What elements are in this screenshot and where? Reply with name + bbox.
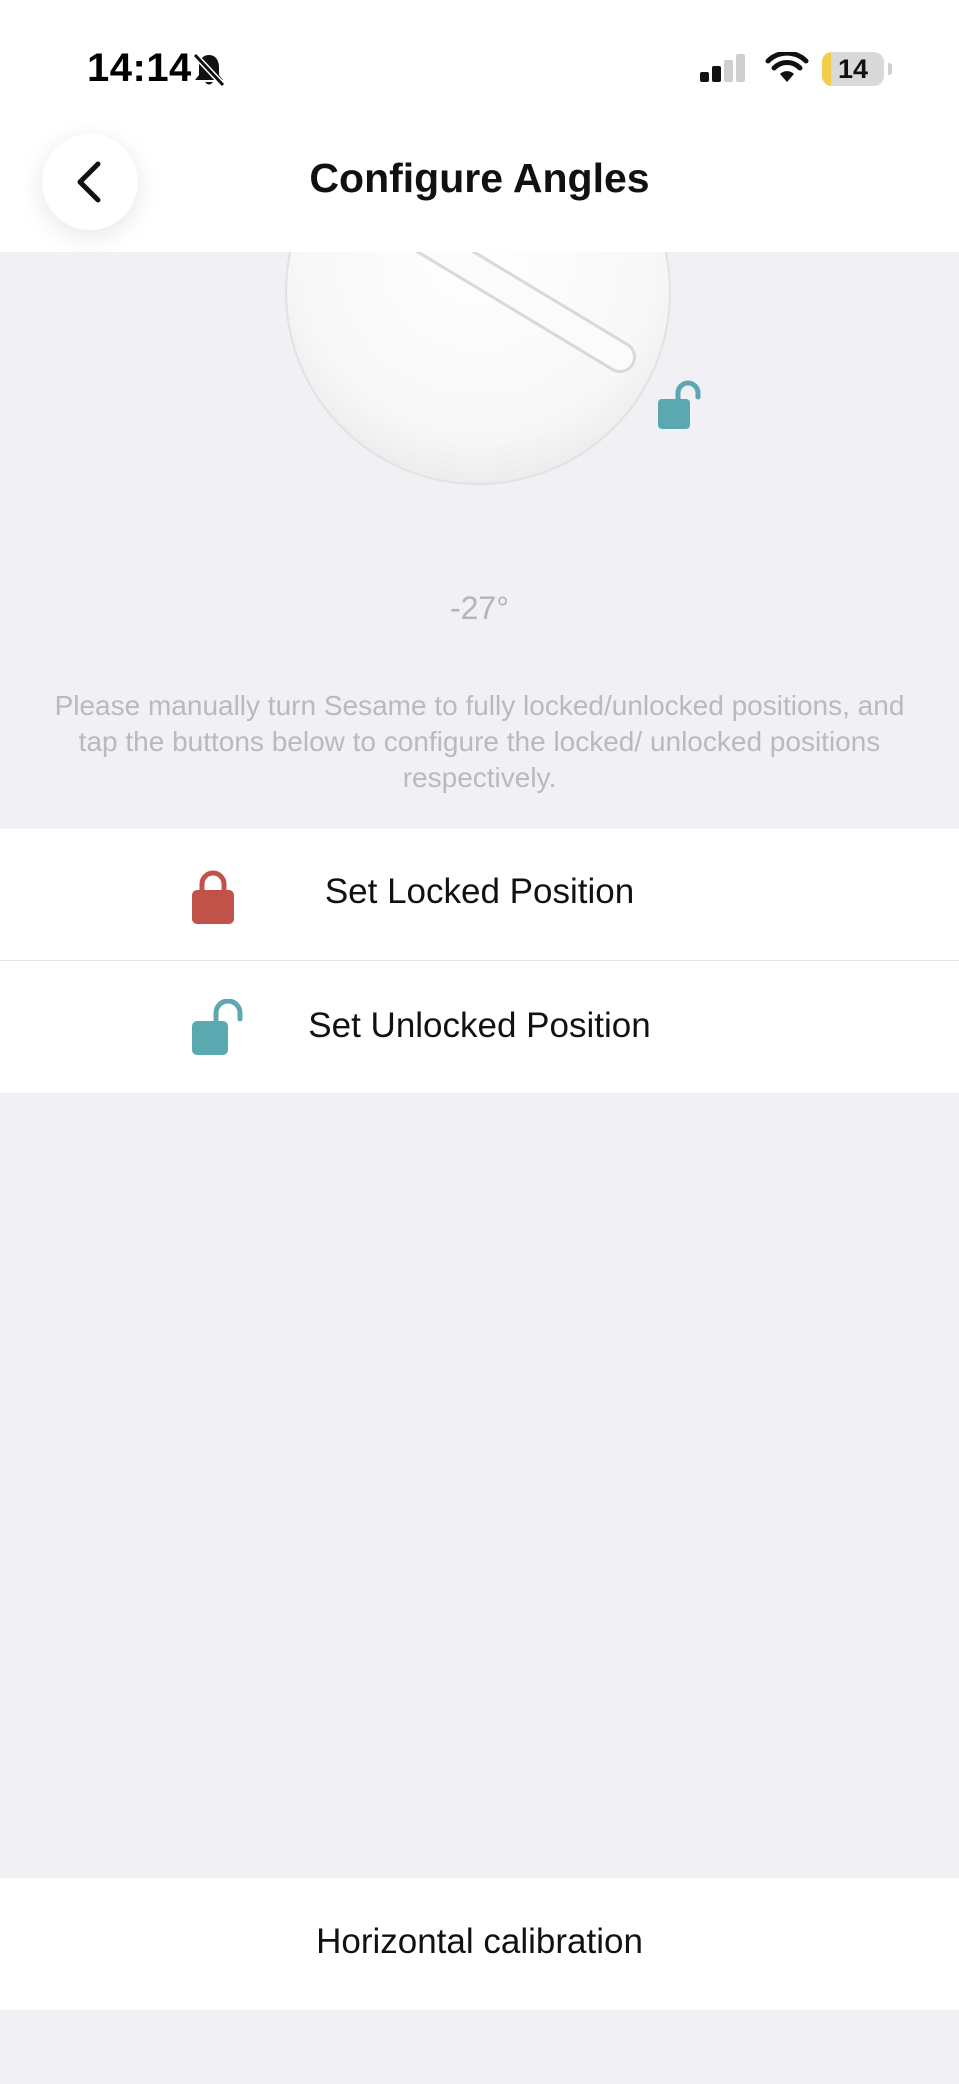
instructions-text: Please manually turn Sesame to fully loc… (54, 690, 905, 793)
back-button[interactable] (42, 134, 138, 230)
horizontal-calibration-button[interactable]: Horizontal calibration (0, 1878, 959, 2010)
battery-icon: 14 (822, 52, 892, 86)
set-unlocked-position-button[interactable]: Set Unlocked Position (0, 961, 959, 1093)
wifi-icon (765, 52, 809, 82)
set-unlocked-position-label: Set Unlocked Position (308, 1006, 651, 1045)
battery-nub (888, 63, 892, 75)
status-bar: 14:14 14 (0, 0, 959, 135)
status-time: 14:14 (87, 46, 192, 90)
unlocked-padlock-icon (658, 380, 701, 429)
set-locked-position-button[interactable]: Set Locked Position (0, 829, 959, 961)
cellular-signal-icon (700, 54, 745, 82)
horizontal-calibration-label: Horizontal calibration (316, 1922, 643, 1961)
page-title: Configure Angles (309, 155, 650, 201)
chevron-left-icon (77, 161, 101, 203)
angle-readout: -27° (449, 590, 510, 626)
bell-slash-icon (192, 52, 226, 88)
battery-body: 14 (822, 52, 884, 86)
set-locked-position-label: Set Locked Position (324, 872, 635, 911)
battery-level: 14 (837, 54, 869, 84)
